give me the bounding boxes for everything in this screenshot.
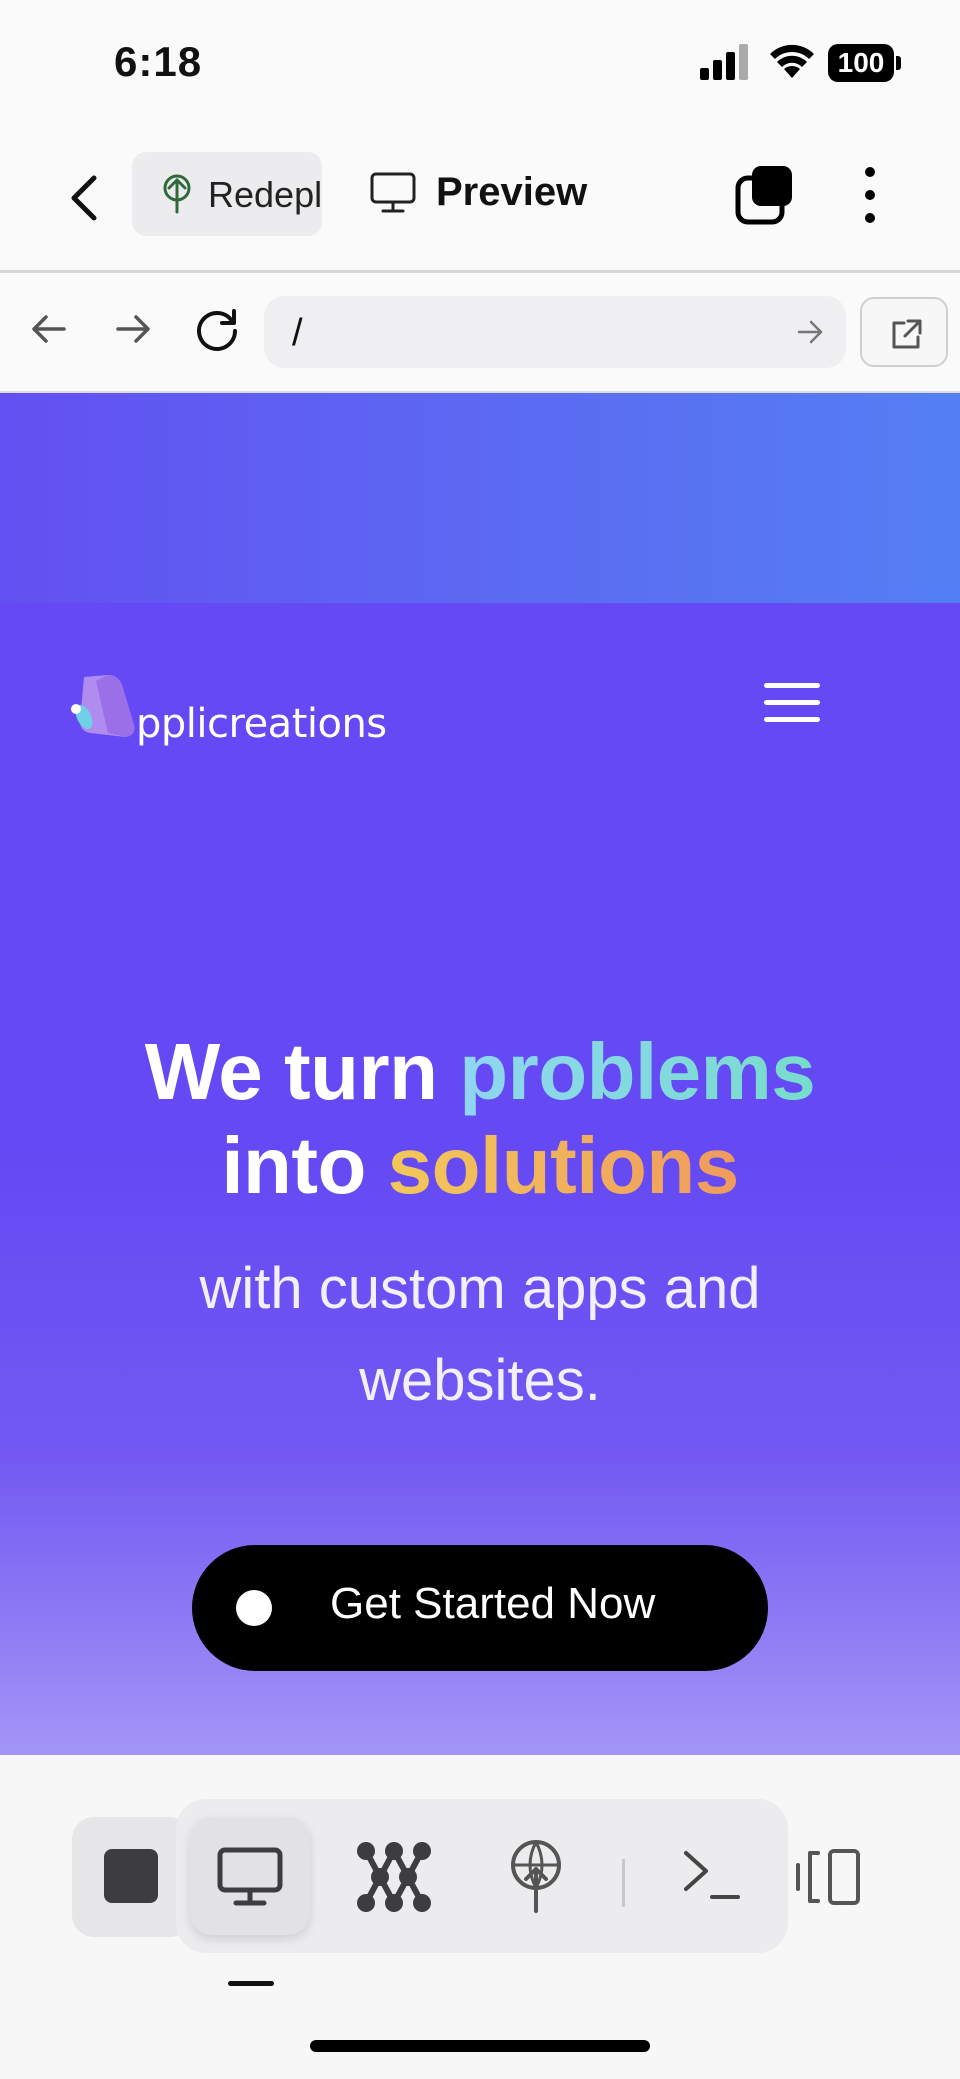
active-tab-indicator [228,1981,274,1986]
tab-redeploy[interactable]: Redeploy [132,152,322,236]
site-top-band [0,393,960,603]
nav-back-arrow-icon[interactable] [30,309,68,349]
cta-dot-icon [236,1590,272,1626]
get-started-button[interactable]: Get Started Now [192,1545,768,1671]
monitor-icon [370,172,416,213]
go-arrow-icon[interactable] [796,318,824,346]
monitor-icon [217,1847,283,1906]
deploy-tree-icon[interactable] [508,1839,564,1913]
menu-hamburger-icon[interactable] [764,683,820,727]
url-input[interactable]: / [264,296,846,368]
hero-subline: with custom apps and websites. [199,1256,761,1413]
headline-line-2: into solutions [221,1121,740,1210]
deploy-tree-icon [163,174,191,214]
status-time: 6:18 [114,38,203,85]
site-preview: pplicreations We turn problems into solu… [0,393,960,1755]
view-switcher [176,1799,788,1953]
external-link-icon [892,319,922,349]
tab-preview-label: Preview [436,170,588,214]
headline-line-1: We turn problems [144,1027,816,1116]
stop-icon [104,1849,158,1903]
back-chevron-icon[interactable] [64,170,108,226]
graph-nodes-icon[interactable] [356,1841,432,1913]
status-bar: 6:18 100 [0,0,960,120]
bottom-toolbar [0,1755,960,2079]
top-toolbar: Redeploy Preview [0,140,960,270]
stop-button[interactable] [72,1817,192,1937]
tabs-switcher-icon[interactable] [734,164,796,226]
address-row: / [0,273,960,391]
url-path: / [292,312,303,354]
battery-indicator: 100 [828,44,901,82]
open-external-button[interactable] [860,297,948,367]
tab-redeploy-label: Redeploy [208,174,322,215]
hero-headline: We turn problems into solutions [0,1025,960,1213]
highlight-problems: problems [459,1027,816,1116]
monitor-view-button[interactable] [190,1817,310,1935]
cta-label: Get Started Now [330,1579,656,1628]
highlight-solutions: solutions [387,1121,740,1210]
site-logo[interactable]: pplicreations [68,671,387,771]
toolbar-separator [622,1859,625,1907]
terminal-icon[interactable] [682,1847,742,1903]
reload-icon[interactable] [194,307,240,353]
layout-panels-icon[interactable] [794,1847,864,1907]
wifi-icon [770,44,814,78]
logo-text: pplicreations [136,701,387,747]
cellular-signal-icon [700,44,748,80]
home-indicator [310,2040,650,2052]
more-options-icon[interactable] [858,164,882,226]
nav-forward-arrow-icon[interactable] [114,309,152,349]
